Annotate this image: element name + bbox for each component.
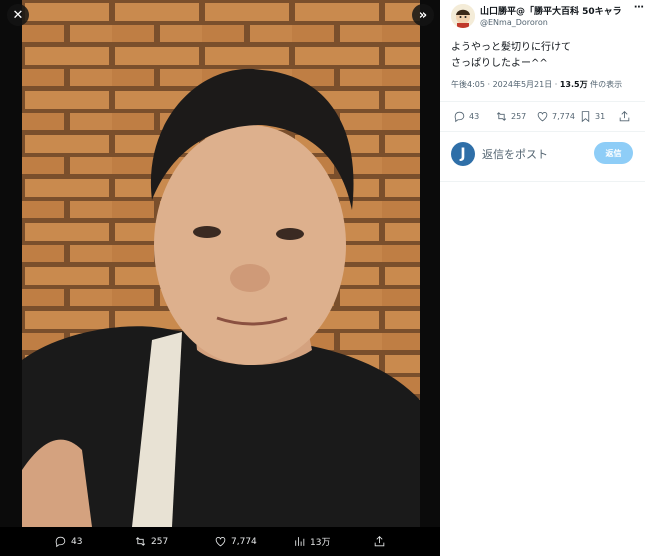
- retweet-icon: [496, 111, 507, 121]
- tweet-text: ようやっと髪切りに行けて さっぱりしたよー^^: [451, 40, 571, 72]
- expand-panel-button[interactable]: »: [412, 4, 434, 26]
- tweet-panel: 山口勝平@「勝平大百科 50キャラ @ENma_Dororon ⋯ ようやっと髪…: [440, 0, 645, 556]
- retweet-count: 257: [511, 111, 527, 121]
- viewer-reply-count: 43: [71, 536, 83, 547]
- like-count: 7,774: [552, 111, 575, 121]
- close-icon: ✕: [12, 7, 24, 23]
- tweet-views-count: 13.5万: [559, 80, 588, 89]
- photo-image: [22, 0, 420, 527]
- viewer-views-count: 13万: [310, 538, 331, 548]
- viewer-like-button[interactable]: 7,774: [214, 527, 257, 556]
- tweet-photo[interactable]: [22, 0, 420, 527]
- media-viewer: ✕ » 43 257 7,774 13万: [0, 0, 440, 556]
- retweet-icon: [135, 537, 146, 546]
- avatar-illustration: [451, 4, 475, 28]
- viewer-views-button[interactable]: 13万: [293, 527, 330, 556]
- bookmark-icon: [581, 110, 590, 122]
- tweet-text-line-2: さっぱりしたよー^^: [451, 58, 548, 69]
- reply-icon: [55, 536, 66, 548]
- viewer-retweet-count: 257: [151, 536, 169, 547]
- bar-chart-icon: [295, 537, 305, 546]
- bookmark-button[interactable]: 31: [579, 103, 605, 129]
- author-avatar[interactable]: [451, 4, 475, 28]
- heart-icon: [215, 537, 226, 547]
- viewer-share-button[interactable]: [373, 527, 386, 556]
- more-button[interactable]: ⋯: [634, 2, 644, 13]
- retweet-button[interactable]: 257: [495, 103, 526, 129]
- viewer-retweet-button[interactable]: 257: [134, 527, 168, 556]
- tweet-stats-bar: 43 257 7,774 31: [440, 103, 645, 129]
- media-action-bar: 43 257 7,774 13万: [0, 527, 440, 556]
- tweet-meta: 午後4:05 · 2024年5月21日 · 13.5万 件の表示: [451, 79, 622, 90]
- bookmark-count: 31: [595, 111, 606, 121]
- reply-submit-button[interactable]: 返信: [594, 142, 633, 164]
- reply-input[interactable]: 返信をポスト: [482, 146, 548, 162]
- like-button[interactable]: 7,774: [536, 103, 575, 129]
- chevron-double-right-icon: »: [418, 7, 428, 23]
- current-user-avatar: J: [451, 142, 475, 166]
- share-button[interactable]: [618, 103, 631, 129]
- share-icon: [619, 110, 630, 121]
- author-display-name[interactable]: 山口勝平@「勝平大百科 50キャラ: [480, 4, 630, 17]
- viewer-reply-button[interactable]: 43: [54, 527, 82, 556]
- reply-icon: [454, 111, 465, 122]
- author-handle[interactable]: @ENma_Dororon: [480, 18, 548, 27]
- share-icon: [374, 536, 385, 547]
- viewer-like-count: 7,774: [231, 536, 257, 547]
- divider: [440, 181, 645, 182]
- tweet-timestamp[interactable]: 午後4:05 · 2024年5月21日 ·: [451, 80, 560, 89]
- heart-icon: [537, 111, 548, 121]
- tweet-text-line-1: ようやっと髪切りに行けて: [451, 42, 571, 53]
- current-user-initial: J: [460, 146, 466, 162]
- reply-button[interactable]: 43: [453, 103, 479, 129]
- divider: [440, 101, 645, 102]
- divider: [440, 131, 645, 132]
- more-icon: ⋯: [634, 2, 644, 13]
- tweet-views-label: 件の表示: [587, 80, 623, 89]
- reply-count: 43: [469, 111, 480, 121]
- close-button[interactable]: ✕: [7, 4, 29, 26]
